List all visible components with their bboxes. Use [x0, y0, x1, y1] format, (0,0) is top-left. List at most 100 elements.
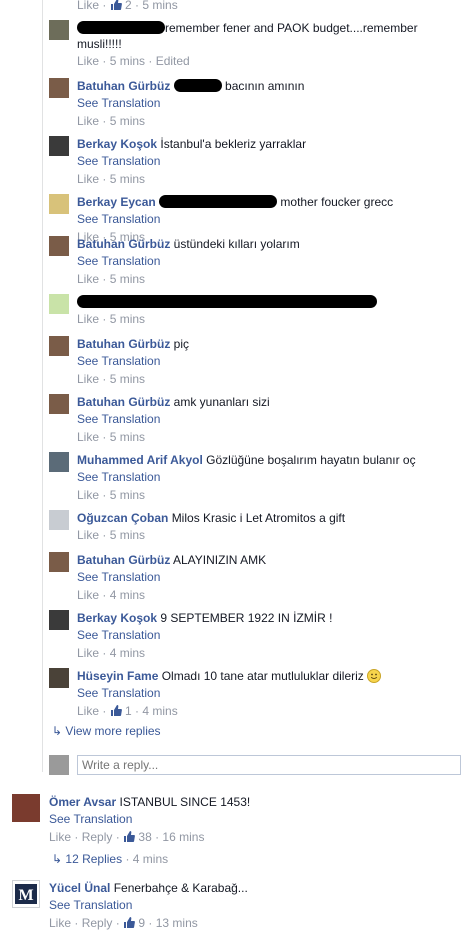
reply-link[interactable]: Reply: [82, 830, 113, 844]
reply-text: üstündeki kılları yolarım: [173, 237, 300, 251]
author-name[interactable]: Oğuzcan Çoban: [77, 511, 168, 525]
author-name[interactable]: Batuhan Gürbüz: [77, 79, 170, 93]
author-name[interactable]: Berkay Koşok: [77, 137, 157, 151]
reply-input-box[interactable]: [77, 755, 461, 775]
reply-text: Olmadı 10 tane atar mutluluklar dileriz: [161, 669, 364, 683]
reply-text: Gözlüğüne boşalırım hayatın bulanır oç: [206, 453, 416, 467]
see-translation-link[interactable]: See Translation: [49, 810, 250, 828]
redacted-name: [77, 21, 165, 34]
like-link[interactable]: Like: [77, 646, 99, 660]
replies-link[interactable]: ↳ 12 Replies · 4 mins: [52, 852, 168, 866]
see-translation-link[interactable]: See Translation: [77, 568, 266, 586]
avatar[interactable]: [49, 194, 69, 214]
current-user-avatar: [49, 755, 69, 775]
timestamp: 5 mins: [109, 114, 146, 128]
timestamp: 5 mins: [109, 54, 146, 68]
like-link[interactable]: Like: [77, 0, 99, 12]
see-translation-link[interactable]: See Translation: [77, 210, 393, 228]
replies-count-label: 12 Replies: [65, 852, 123, 866]
like-link[interactable]: Like: [77, 528, 99, 542]
comment-text: Fenerbahçe & Karabağ...: [113, 881, 248, 895]
timestamp: 5 mins: [109, 272, 146, 286]
author-name[interactable]: Batuhan Gürbüz: [77, 237, 170, 251]
timestamp: 5 mins: [109, 312, 146, 326]
see-translation-link[interactable]: See Translation: [77, 152, 306, 170]
avatar[interactable]: [49, 20, 69, 40]
timestamp: 5 mins: [109, 488, 146, 502]
timestamp: 5 mins: [142, 0, 178, 12]
reply-link[interactable]: Reply: [82, 916, 113, 930]
timestamp: 16 mins: [162, 830, 205, 844]
like-count: 38: [138, 830, 152, 844]
author-name[interactable]: Muhammed Arif Akyol: [77, 453, 203, 467]
like-link[interactable]: Like: [77, 172, 99, 186]
thumbs-up-icon: [110, 703, 122, 716]
like-link[interactable]: Like: [77, 272, 99, 286]
reply-arrow-icon: ↳: [52, 724, 63, 738]
avatar[interactable]: [49, 552, 69, 572]
see-translation-link[interactable]: See Translation: [77, 352, 189, 370]
see-translation-link[interactable]: See Translation: [77, 252, 300, 270]
like-link[interactable]: Like: [49, 830, 71, 844]
see-translation-link[interactable]: See Translation: [77, 468, 416, 486]
author-name[interactable]: Hüseyin Fame: [77, 669, 158, 683]
smiley-emoticon-icon: [367, 669, 382, 683]
avatar[interactable]: [49, 510, 69, 530]
reply-text: 9 SEPTEMBER 1922 IN İZMİR !: [160, 611, 333, 625]
author-name[interactable]: Batuhan Gürbüz: [77, 395, 170, 409]
like-link[interactable]: Like: [77, 488, 99, 502]
like-link[interactable]: Like: [77, 114, 99, 128]
avatar[interactable]: M: [12, 880, 40, 908]
see-translation-link[interactable]: See Translation: [77, 94, 304, 112]
author-name[interactable]: Yücel Ünal: [49, 881, 110, 895]
reply-text: bacının amının: [225, 79, 305, 93]
redacted-text: [173, 79, 222, 92]
like-link[interactable]: Like: [77, 54, 99, 68]
redacted-text: [159, 195, 278, 208]
avatar[interactable]: [49, 668, 69, 688]
comment-text: ISTANBUL SINCE 1453!: [119, 795, 251, 809]
reply-text: remember fener and PAOK budget....rememb…: [165, 21, 418, 35]
like-link[interactable]: Like: [77, 372, 99, 386]
like-count: 9: [138, 916, 146, 930]
reply-input[interactable]: [78, 756, 460, 774]
timestamp: 5 mins: [109, 372, 146, 386]
reply-text-continued: musli!!!!!: [77, 37, 122, 51]
replies-timestamp: 4 mins: [132, 852, 169, 866]
thumbs-up-icon: [123, 829, 135, 842]
like-link[interactable]: Like: [77, 312, 99, 326]
avatar[interactable]: [49, 336, 69, 356]
timestamp: 5 mins: [109, 172, 146, 186]
author-name[interactable]: Berkay Koşok: [77, 611, 157, 625]
avatar[interactable]: [12, 794, 40, 822]
avatar[interactable]: [49, 236, 69, 256]
author-name[interactable]: Berkay Eycan: [77, 195, 156, 209]
like-link[interactable]: Like: [77, 704, 99, 718]
reply-thread-line: [42, 0, 43, 772]
see-translation-link[interactable]: See Translation: [77, 626, 332, 644]
svg-text:M: M: [18, 887, 33, 904]
avatar[interactable]: [49, 610, 69, 630]
like-link[interactable]: Like: [49, 916, 71, 930]
see-translation-link[interactable]: See Translation: [77, 410, 270, 428]
author-name[interactable]: Batuhan Gürbüz: [77, 337, 170, 351]
timestamp: 4 mins: [109, 646, 146, 660]
author-name[interactable]: Batuhan Gürbüz: [77, 553, 170, 567]
avatar[interactable]: [49, 452, 69, 472]
edited-label: Edited: [155, 54, 190, 68]
timestamp: 4 mins: [109, 588, 146, 602]
avatar[interactable]: [49, 294, 69, 314]
avatar[interactable]: [49, 78, 69, 98]
like-count: 2: [125, 0, 132, 12]
reply-text: piç: [173, 337, 190, 351]
view-more-replies[interactable]: ↳ View more replies: [52, 724, 161, 738]
thumbs-up-icon: [110, 0, 122, 10]
see-translation-link[interactable]: See Translation: [77, 684, 381, 702]
author-name[interactable]: Ömer Avsar: [49, 795, 116, 809]
like-link[interactable]: Like: [77, 588, 99, 602]
reply-text: İstanbul'a bekleriz yarraklar: [160, 137, 307, 151]
avatar[interactable]: [49, 136, 69, 156]
like-link[interactable]: Like: [77, 430, 99, 444]
avatar[interactable]: [49, 394, 69, 414]
see-translation-link[interactable]: See Translation: [49, 896, 248, 914]
